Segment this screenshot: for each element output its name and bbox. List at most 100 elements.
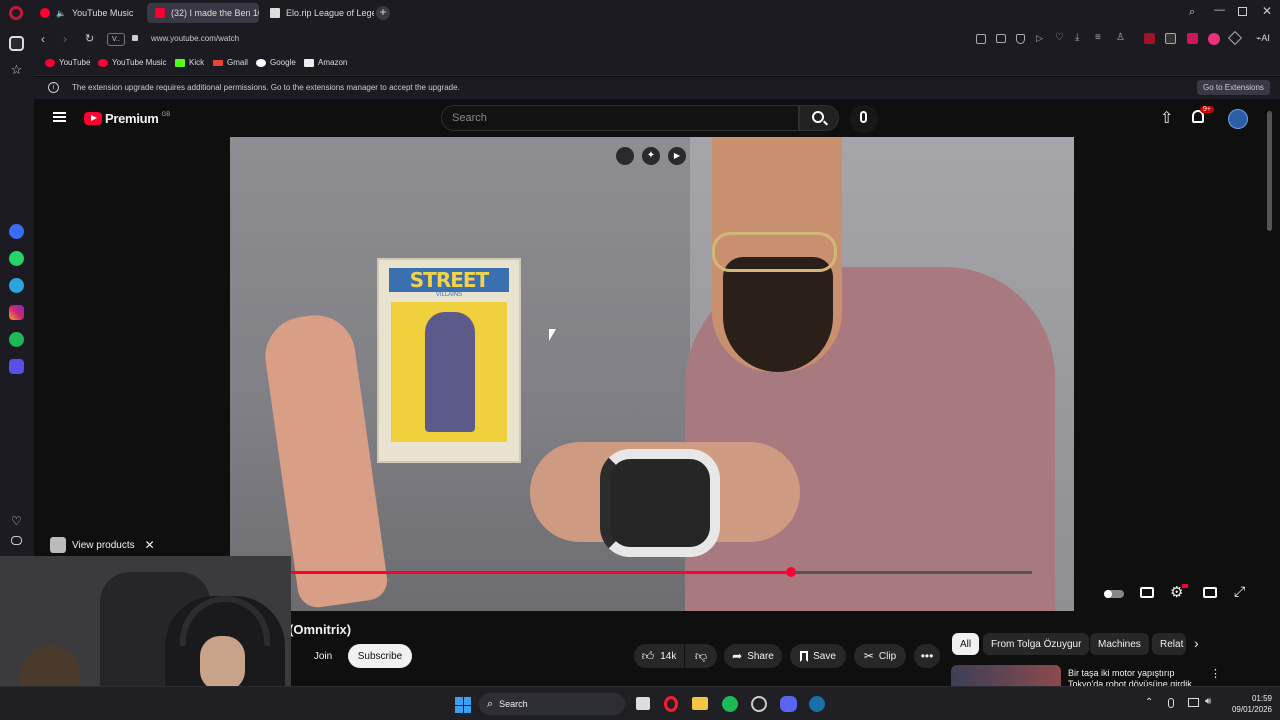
spotify-taskbar-icon[interactable] xyxy=(722,696,738,712)
account-icon[interactable]: ♙ xyxy=(1116,32,1125,43)
progress-track[interactable] xyxy=(290,567,1032,577)
autoplay-toggle[interactable] xyxy=(1104,590,1124,598)
ai-button[interactable]: ⌁AI xyxy=(1256,33,1270,44)
recommendation-subtitle[interactable]: Tokyo'da robot dövüşüne girdik xyxy=(1068,679,1192,686)
chat-icon[interactable] xyxy=(11,536,22,545)
address-bar[interactable]: www.youtube.com/watch xyxy=(151,34,239,43)
bookmark-kick[interactable]: Kick xyxy=(175,58,204,67)
chip-related[interactable]: Relat xyxy=(1152,633,1186,655)
network-icon[interactable] xyxy=(1188,698,1199,707)
volume-icon[interactable]: 🔊︎ xyxy=(1205,696,1211,707)
ai-enhance-icon[interactable]: ✦ xyxy=(642,147,660,165)
back-button[interactable]: ‹ xyxy=(41,32,45,46)
tray-chevron-icon[interactable]: ⌃ xyxy=(1145,697,1153,708)
extensions-icon[interactable] xyxy=(1227,30,1243,46)
share-button[interactable]: ➦ Share xyxy=(724,644,782,668)
app-taskbar-icon[interactable] xyxy=(751,696,767,712)
voice-search-button[interactable] xyxy=(850,105,878,133)
recommendation-thumbnail[interactable] xyxy=(951,665,1061,686)
windows-start-icon[interactable] xyxy=(455,697,471,713)
info-icon: i xyxy=(48,82,59,93)
instagram-icon[interactable] xyxy=(9,305,24,320)
new-tab-button[interactable]: + xyxy=(376,6,390,20)
skip-icon[interactable]: ▶ xyxy=(668,147,686,165)
menu-icon[interactable] xyxy=(53,112,66,122)
heart-icon[interactable]: ♡ xyxy=(1055,32,1064,43)
telegram-icon[interactable] xyxy=(9,278,24,293)
notifications-button[interactable]: 9+ xyxy=(1192,106,1214,123)
opera-taskbar-icon[interactable] xyxy=(664,696,678,712)
subtitles-icon[interactable] xyxy=(1140,587,1154,598)
chip-all[interactable]: All xyxy=(952,633,980,655)
bookmark-gmail[interactable]: Gmail xyxy=(213,58,248,67)
like-button[interactable]: 👍︎ 14k xyxy=(634,644,684,668)
miniplayer-icon[interactable] xyxy=(616,147,634,165)
extension-icon-2[interactable] xyxy=(1165,33,1176,44)
youtube-logo[interactable]: Premium GB xyxy=(84,111,170,126)
star-icon[interactable]: ☆ xyxy=(9,62,24,77)
avatar[interactable] xyxy=(1228,109,1248,129)
download-icon[interactable]: ⤓ xyxy=(1075,32,1079,43)
clip-button[interactable]: ✂ Clip xyxy=(854,644,906,668)
join-button[interactable]: Join xyxy=(305,644,341,668)
extension-icon-3[interactable] xyxy=(1187,33,1198,44)
clock[interactable]: 01:59 09/01/2026 xyxy=(1222,693,1272,715)
tab-youtube-music[interactable]: 🔈 YouTube Music xyxy=(32,3,142,23)
discord-taskbar-icon[interactable] xyxy=(780,696,797,712)
search-input[interactable]: Search xyxy=(441,105,799,131)
search-button[interactable] xyxy=(799,105,839,131)
spotify-icon[interactable] xyxy=(9,332,24,347)
chip-machines[interactable]: Machines xyxy=(1090,633,1149,655)
recommendation-title[interactable]: Bir taşa iki motor yapıştırıp xyxy=(1068,668,1175,678)
heart-icon[interactable]: ♡ xyxy=(9,514,24,529)
play-icon[interactable]: ▷ xyxy=(1036,33,1043,44)
tab-youtube-video[interactable]: (32) I made the Ben 10 wa xyxy=(147,3,259,23)
forward-button[interactable]: › xyxy=(63,32,67,46)
file-explorer-icon[interactable] xyxy=(692,697,708,710)
scrollbar[interactable] xyxy=(1267,111,1272,231)
chips-next-icon[interactable]: › xyxy=(1194,635,1199,651)
whatsapp-icon[interactable] xyxy=(9,251,24,266)
reload-button[interactable]: ↻ xyxy=(85,32,94,45)
tab-elo-rip[interactable]: Elo.rip League of Legends xyxy=(262,3,374,23)
camera-icon[interactable] xyxy=(996,34,1006,43)
close-icon[interactable]: ✕ xyxy=(145,538,155,552)
extension-icon-1[interactable] xyxy=(1144,33,1155,44)
shield-icon[interactable] xyxy=(1016,34,1025,44)
bookmark-youtube[interactable]: YouTube xyxy=(45,58,90,67)
maximize-button[interactable] xyxy=(1238,7,1247,16)
go-to-extensions-button[interactable]: Go to Extensions xyxy=(1197,80,1270,95)
edit-icon[interactable] xyxy=(976,34,986,44)
close-window-button[interactable]: ✕ xyxy=(1262,4,1272,18)
fullscreen-icon[interactable]: ⤢ xyxy=(1234,583,1245,600)
chip-from-tolga[interactable]: From Tolga Özuygur xyxy=(983,633,1090,655)
bookmark-youtube-music[interactable]: YouTube Music xyxy=(98,58,167,67)
taskbar-search[interactable]: ⌕ Search xyxy=(479,693,625,715)
steam-taskbar-icon[interactable] xyxy=(809,696,825,712)
task-view-icon[interactable] xyxy=(636,697,650,710)
youtube-music-favicon xyxy=(40,8,50,18)
view-products-button[interactable]: View products ✕ xyxy=(50,537,155,553)
theater-mode-icon[interactable] xyxy=(1203,587,1217,598)
bookmark-amazon[interactable]: Amazon xyxy=(304,58,347,67)
upload-icon[interactable]: ⇧ xyxy=(1160,108,1173,128)
save-button[interactable]: Save xyxy=(790,644,846,668)
search-tabs-icon[interactable]: ⌕ xyxy=(1189,6,1195,19)
site-info-badge[interactable]: V.. xyxy=(107,33,125,46)
player-icon[interactable] xyxy=(9,359,24,374)
recommendation-menu-icon[interactable]: ⋮ xyxy=(1210,667,1221,680)
video-player[interactable]: STREET VILLAINS ✦ ▶ xyxy=(230,137,1074,611)
dislike-button[interactable]: 👎︎ xyxy=(685,644,717,668)
home-icon[interactable] xyxy=(9,36,24,51)
messenger-icon[interactable] xyxy=(9,224,24,239)
extension-icon-4[interactable] xyxy=(1208,33,1220,45)
menu-list-icon[interactable]: ≡ xyxy=(1095,32,1101,43)
opera-logo[interactable] xyxy=(9,6,23,20)
bookmark-google[interactable]: Google xyxy=(256,58,296,67)
microphone-tray-icon[interactable] xyxy=(1168,698,1174,708)
subscribe-button[interactable]: Subscribe xyxy=(348,644,412,668)
more-actions-button[interactable]: ••• xyxy=(914,644,940,668)
gmail-favicon xyxy=(213,59,223,66)
minimize-button[interactable]: — xyxy=(1214,4,1225,16)
progress-scrubber[interactable] xyxy=(785,567,796,577)
